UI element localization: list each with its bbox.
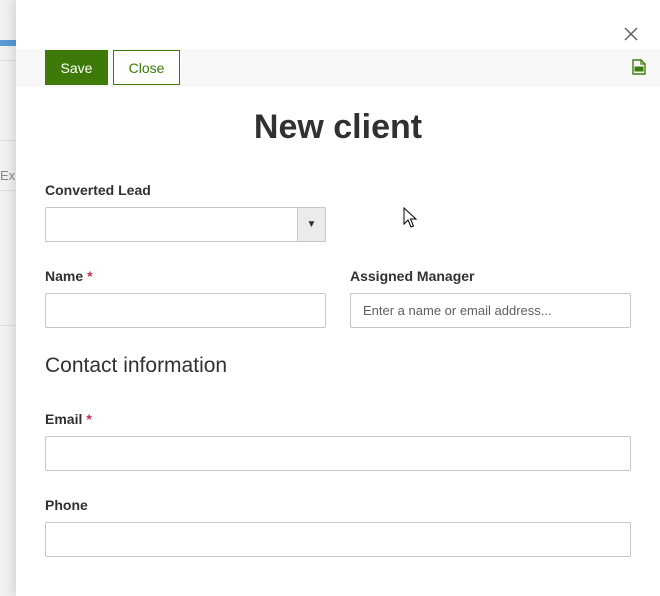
background-app: Exp <box>0 0 22 596</box>
contact-section-title: Contact information <box>45 354 228 377</box>
name-label-text: Name <box>45 268 84 284</box>
converted-lead-label: Converted Lead <box>45 182 151 198</box>
email-label: Email * <box>45 411 92 427</box>
pdf-export-icon[interactable] <box>632 59 646 75</box>
save-button[interactable]: Save <box>45 50 108 85</box>
background-divider <box>0 325 16 326</box>
phone-label-text: Phone <box>45 497 88 513</box>
phone-input[interactable] <box>45 522 631 557</box>
background-divider <box>0 190 16 191</box>
assigned-manager-label: Assigned Manager <box>350 268 474 284</box>
name-label: Name * <box>45 268 93 284</box>
name-input[interactable] <box>45 293 326 328</box>
background-accent-bar <box>0 40 16 46</box>
page-title: New client <box>253 108 423 146</box>
new-client-panel: Save Close New client Converted Lead ▼ N… <box>16 0 660 596</box>
mouse-cursor-icon <box>403 206 418 234</box>
close-button[interactable]: Close <box>113 50 180 85</box>
email-input[interactable] <box>45 436 631 471</box>
email-label-text: Email <box>45 411 83 427</box>
close-panel-icon[interactable] <box>621 24 641 44</box>
required-marker: * <box>86 411 92 427</box>
required-marker: * <box>87 268 93 284</box>
background-divider <box>0 140 16 141</box>
assigned-manager-label-text: Assigned Manager <box>350 268 475 284</box>
assigned-manager-input[interactable] <box>350 293 631 328</box>
background-divider <box>0 60 16 61</box>
command-toolbar: Save Close <box>16 49 660 87</box>
dropdown-arrow-icon[interactable]: ▼ <box>297 208 325 241</box>
converted-lead-select[interactable]: ▼ <box>45 207 326 242</box>
phone-label: Phone <box>45 497 88 513</box>
converted-lead-label-text: Converted Lead <box>45 182 151 198</box>
